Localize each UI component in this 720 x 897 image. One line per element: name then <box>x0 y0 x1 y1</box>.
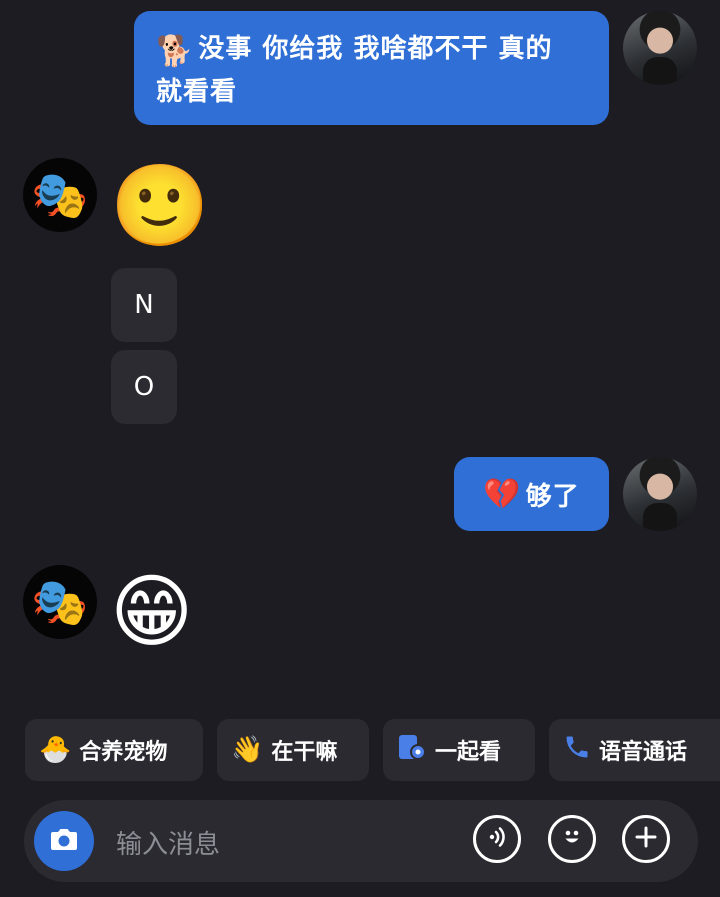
message-bubble-incoming[interactable]: N <box>111 268 177 342</box>
friend-avatar[interactable]: 🎭 <box>23 565 97 639</box>
message-input[interactable]: 输入消息 <box>116 824 220 861</box>
message-bubble-incoming[interactable]: O <box>111 350 177 424</box>
camera-icon <box>49 826 79 856</box>
sound-wave-icon <box>483 823 511 855</box>
quick-action-pet[interactable]: 🐣 合养宠物 <box>25 719 203 781</box>
camera-button[interactable] <box>34 811 94 871</box>
quick-action-label: 语音通话 <box>599 740 688 765</box>
emoji-button[interactable] <box>548 815 596 863</box>
quick-action-label: 在干嘛 <box>271 740 338 765</box>
phone-icon <box>563 733 591 768</box>
more-button[interactable] <box>622 815 670 863</box>
friend-avatar[interactable]: 🎭 <box>23 158 97 232</box>
quick-action-watch-together[interactable]: 一起看 <box>383 719 535 781</box>
smiley-icon <box>558 823 586 855</box>
quick-action-label: 一起看 <box>435 740 502 765</box>
message-text: O <box>133 372 155 402</box>
my-avatar[interactable] <box>623 11 697 85</box>
message-text: 够了 <box>525 481 580 512</box>
message-bubble-outgoing[interactable]: 💔 够了 <box>454 457 609 531</box>
message-text: N <box>134 290 154 320</box>
quick-action-label: 合养宠物 <box>79 740 168 765</box>
wave-icon: 👋 <box>231 735 264 765</box>
message-bubble-outgoing[interactable]: 🐕 没事 你给我 我啥都不干 真的 就看看 <box>134 11 609 125</box>
quick-action-whatsup[interactable]: 👋 在干嘛 <box>217 719 369 781</box>
doge-emoji: 🐕 <box>156 34 195 69</box>
pet-icon: 🐣 <box>39 735 72 765</box>
watch-together-icon <box>397 732 427 769</box>
message-input-bar: 输入消息 <box>24 800 698 882</box>
quick-action-voice-call[interactable]: 语音通话 <box>549 719 720 781</box>
plus-icon <box>633 824 659 854</box>
message-text: 没事 你给我 我啥都不干 真的 就看看 <box>156 34 553 107</box>
broken-heart-emoji: 💔 <box>483 476 522 512</box>
voice-input-button[interactable] <box>473 815 521 863</box>
message-emoji-grin[interactable]: 😁 <box>110 572 193 652</box>
my-avatar[interactable] <box>623 457 697 531</box>
message-emoji-smile[interactable]: 🙂 <box>110 166 210 246</box>
